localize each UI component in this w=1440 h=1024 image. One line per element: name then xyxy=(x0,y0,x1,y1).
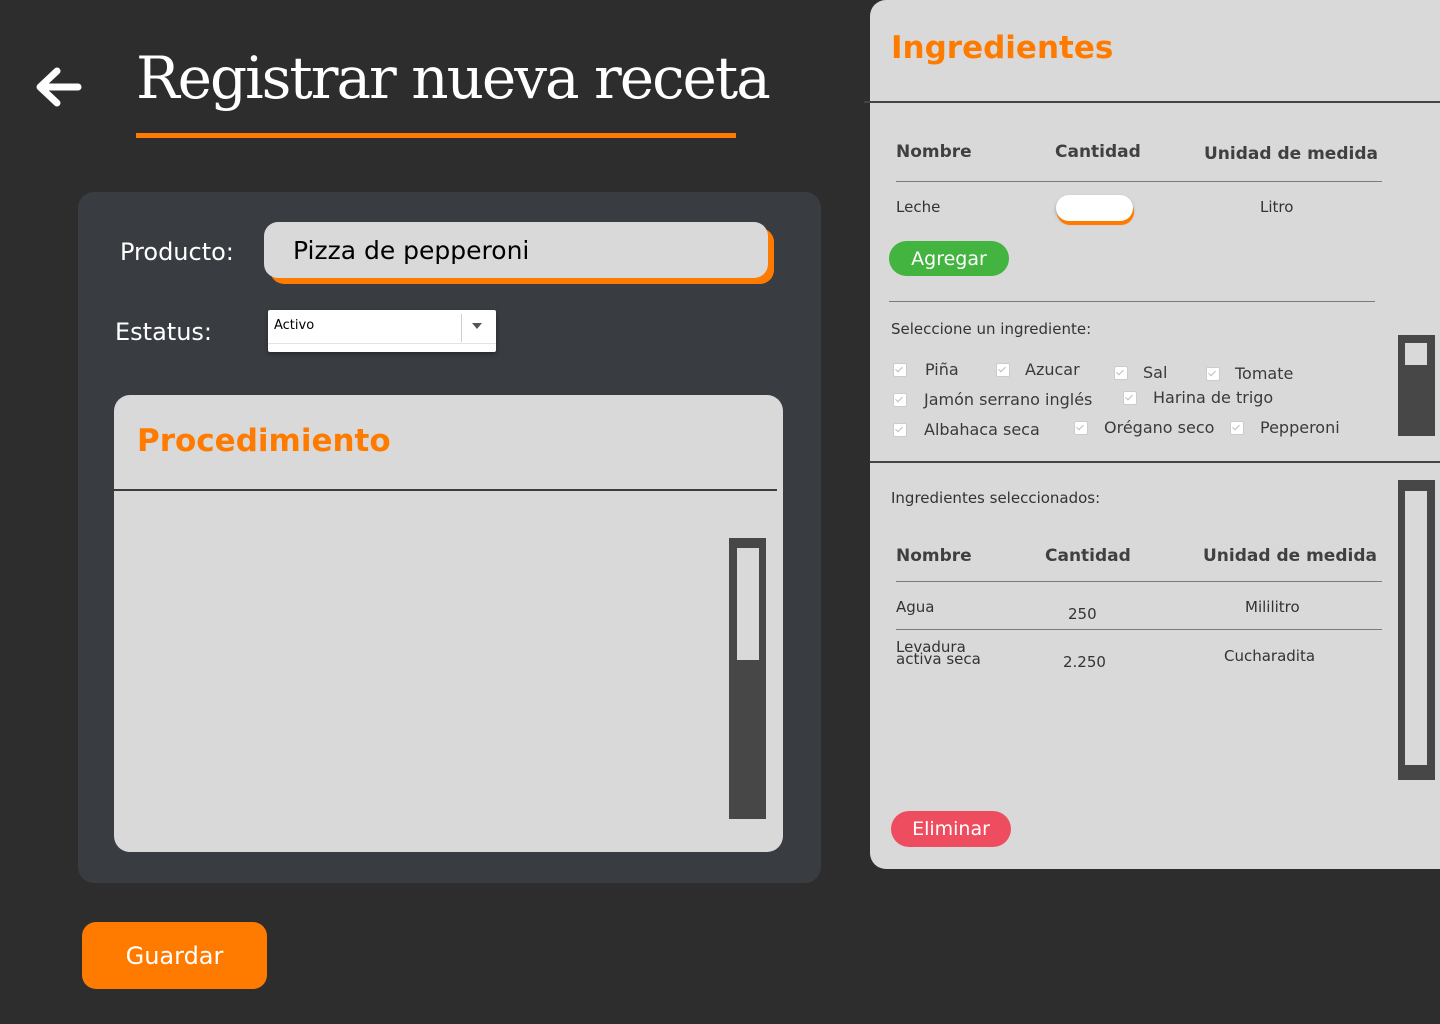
checkbox-jamon-serrano[interactable] xyxy=(893,393,907,407)
checkbox-azucar[interactable] xyxy=(996,363,1010,377)
selected-column-header-unidad: Unidad de medida xyxy=(1203,546,1377,566)
checkbox-albahaca-seca[interactable] xyxy=(893,423,907,437)
page-title: Registrar nueva receta xyxy=(136,44,771,112)
ingredients-header-divider xyxy=(864,101,1440,103)
add-section-divider xyxy=(889,301,1375,302)
estatus-select[interactable]: Activo xyxy=(268,310,496,352)
selected-section-divider xyxy=(870,461,1440,463)
eliminar-button[interactable]: Eliminar xyxy=(891,811,1011,847)
selected-scrollbar-thumb[interactable] xyxy=(1405,491,1427,765)
agregar-button[interactable]: Agregar xyxy=(889,241,1009,276)
checkbox-pina[interactable] xyxy=(893,363,907,377)
table-header-divider xyxy=(896,181,1382,182)
title-underline xyxy=(136,133,736,138)
table-row-cantidad: 2.250 xyxy=(1063,653,1106,671)
checkbox-label-azucar: Azucar xyxy=(1025,360,1080,379)
column-header-nombre: Nombre xyxy=(896,142,972,162)
chevron-down-icon[interactable] xyxy=(472,323,482,329)
table-row-nombre: Agua xyxy=(896,598,935,616)
checkbox-label-jamon-serrano: Jamón serrano inglés xyxy=(924,390,1093,409)
checkbox-label-oregano-seco: Orégano seco xyxy=(1104,418,1215,437)
producto-input[interactable] xyxy=(264,222,768,278)
estatus-divider xyxy=(461,314,462,342)
procedimiento-title: Procedimiento xyxy=(137,423,391,459)
procedimiento-divider xyxy=(108,489,777,491)
checkbox-label-pina: Piña xyxy=(925,360,959,379)
estatus-label: Estatus: xyxy=(115,318,212,346)
estatus-selected-value: Activo xyxy=(274,318,315,333)
checkbox-label-tomate: Tomate xyxy=(1235,364,1294,383)
select-ingredient-caption: Seleccione un ingrediente: xyxy=(891,320,1092,338)
checkbox-label-albahaca-seca: Albahaca seca xyxy=(924,420,1040,439)
selected-column-header-cantidad: Cantidad xyxy=(1045,546,1131,566)
procedimiento-scrollbar-thumb[interactable] xyxy=(737,548,759,660)
selected-ingredients-caption: Ingredientes seleccionados: xyxy=(891,489,1101,507)
estatus-underline xyxy=(268,343,496,344)
checkbox-harina-de-trigo[interactable] xyxy=(1123,391,1137,405)
guardar-button[interactable]: Guardar xyxy=(82,922,267,989)
column-header-unidad: Unidad de medida xyxy=(1204,144,1378,164)
ingredients-title: Ingredientes xyxy=(891,30,1114,66)
selected-column-header-nombre: Nombre xyxy=(896,546,972,566)
selected-header-divider xyxy=(896,581,1382,582)
checkbox-sal[interactable] xyxy=(1114,366,1128,380)
checkbox-label-sal: Sal xyxy=(1143,363,1168,382)
column-header-cantidad: Cantidad xyxy=(1055,142,1141,162)
checkbox-oregano-seco[interactable] xyxy=(1074,421,1088,435)
add-row-nombre: Leche xyxy=(896,198,941,216)
table-row-unidad: Cucharadita xyxy=(1224,647,1316,665)
checkbox-label-pepperoni: Pepperoni xyxy=(1260,418,1340,437)
add-row-unidad: Litro xyxy=(1260,198,1294,216)
producto-label: Producto: xyxy=(120,238,234,266)
checkbox-pepperoni[interactable] xyxy=(1230,421,1244,435)
checklist-scrollbar-thumb[interactable] xyxy=(1405,343,1427,365)
table-row-divider xyxy=(896,629,1382,630)
checkbox-label-harina-de-trigo: Harina de trigo xyxy=(1153,388,1274,407)
arrow-left-icon[interactable] xyxy=(30,58,86,114)
checkbox-tomate[interactable] xyxy=(1206,367,1220,381)
table-row-unidad: Mililitro xyxy=(1245,598,1300,616)
table-row-nombre: Levadura activa seca xyxy=(896,638,981,668)
procedimiento-textarea[interactable] xyxy=(124,505,724,839)
cantidad-input[interactable] xyxy=(1056,195,1133,221)
table-row-cantidad: 250 xyxy=(1068,605,1097,623)
